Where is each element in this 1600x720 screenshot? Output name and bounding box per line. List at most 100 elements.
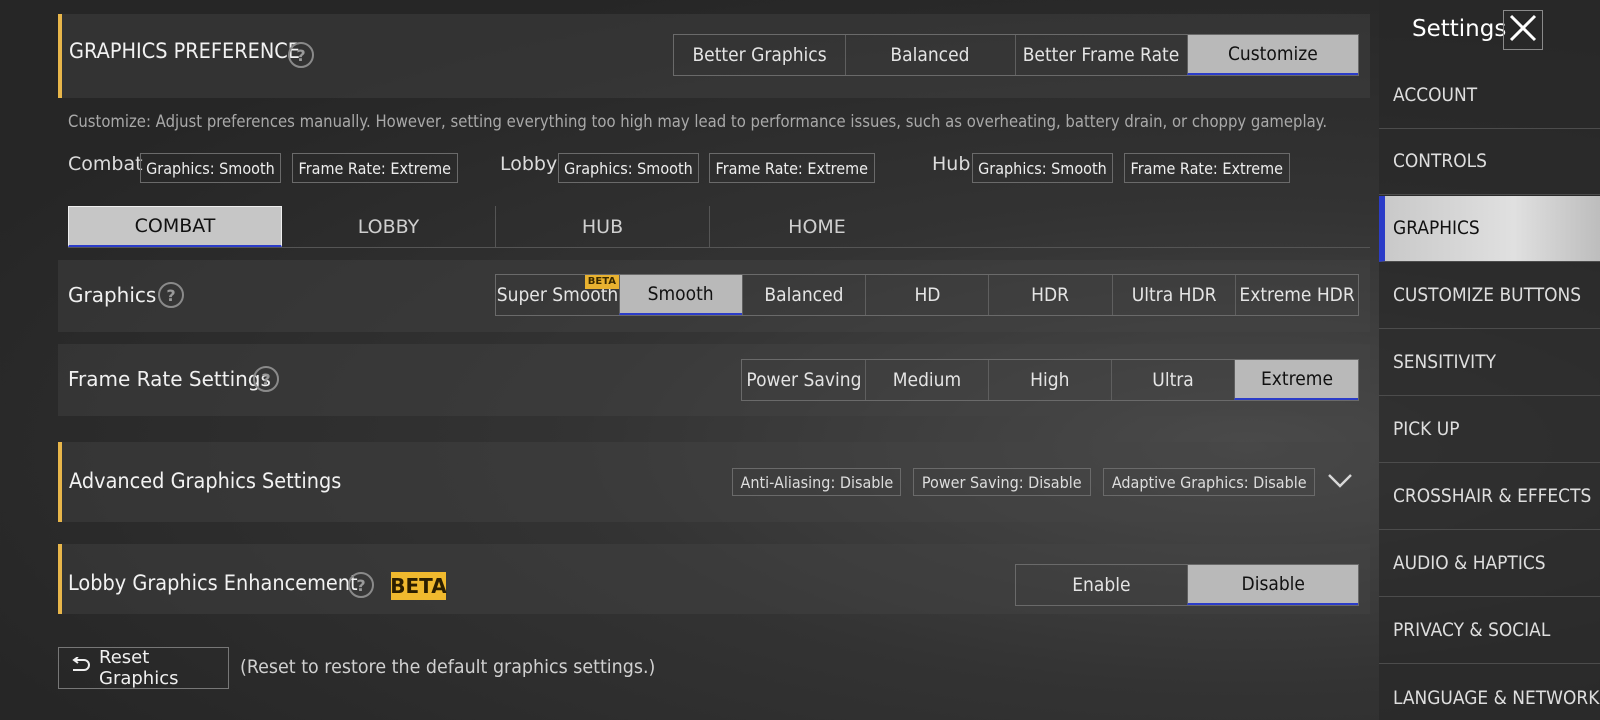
- sidebar-item-privacy-social[interactable]: PRIVACY & SOCIAL: [1379, 598, 1600, 664]
- graphics-preference-title: GRAPHICS PREFERENCE: [69, 39, 300, 63]
- sidebar-item-account[interactable]: ACCOUNT: [1379, 63, 1600, 129]
- frame-rate-power-saving[interactable]: Power Saving: [742, 360, 865, 400]
- option-label: Smooth: [648, 283, 714, 305]
- graphics-quality-selector: Super Smooth BETA Smooth Balanced HD HDR …: [495, 274, 1359, 316]
- beta-tag: BETA: [584, 275, 619, 289]
- scene-tabs: COMBAT LOBBY HUB HOME: [68, 206, 1370, 248]
- adaptive-graphics-chip: Adaptive Graphics: Disable: [1103, 468, 1315, 496]
- chip-text: Graphics: Smooth: [978, 158, 1107, 178]
- tab-hub[interactable]: HUB: [496, 206, 710, 247]
- sidebar-item-label: CUSTOMIZE BUTTONS: [1393, 285, 1582, 306]
- summary-scene-label: Lobby: [500, 153, 558, 175]
- summary-scene-label: Hub: [932, 153, 971, 175]
- option-label: HD: [913, 284, 941, 306]
- help-icon[interactable]: ?: [253, 366, 279, 392]
- reset-note: (Reset to restore the default graphics s…: [240, 656, 656, 678]
- preference-better-graphics[interactable]: Better Graphics: [674, 35, 845, 75]
- preference-better-frame-rate[interactable]: Better Frame Rate: [1015, 35, 1187, 75]
- preference-description: Customize: Adjust preferences manually. …: [68, 112, 1328, 131]
- tab-combat[interactable]: COMBAT: [68, 206, 282, 247]
- summary-graphics-chip: Graphics: Smooth: [140, 153, 281, 183]
- option-label: Disable: [1241, 573, 1305, 595]
- reset-icon: [69, 655, 91, 680]
- sidebar-item-label: CONTROLS: [1393, 151, 1487, 172]
- help-icon[interactable]: ?: [158, 282, 184, 308]
- sidebar-item-label: PICK UP: [1393, 419, 1460, 440]
- lobby-enhancement-title: Lobby Graphics Enhancement: [68, 571, 358, 595]
- graphics-hd[interactable]: HD: [865, 275, 988, 315]
- sidebar-item-label: PRIVACY & SOCIAL: [1393, 620, 1551, 641]
- sidebar-item-label: GRAPHICS: [1393, 218, 1480, 239]
- advanced-graphics-title: Advanced Graphics Settings: [69, 469, 342, 493]
- lobby-enhancement-selector: Enable Disable: [1015, 564, 1359, 606]
- help-icon[interactable]: ?: [288, 42, 314, 68]
- power-saving-chip: Power Saving: Disable: [913, 468, 1091, 496]
- option-label: Better Frame Rate: [1022, 44, 1180, 66]
- graphics-label: Graphics: [68, 283, 157, 307]
- chip-text: Graphics: Smooth: [146, 158, 275, 178]
- chip-text: Graphics: Smooth: [564, 158, 693, 178]
- summary-frame-rate-chip: Frame Rate: Extreme: [709, 153, 875, 183]
- option-label: Power Saving: [745, 369, 862, 391]
- option-label: HDR: [1031, 284, 1070, 306]
- option-label: High: [1030, 369, 1070, 391]
- sidebar-item-label: ACCOUNT: [1393, 85, 1478, 106]
- sidebar-item-sensitivity[interactable]: SENSITIVITY: [1379, 330, 1600, 396]
- frame-rate-label: Frame Rate Settings: [68, 367, 271, 391]
- tab-home[interactable]: HOME: [710, 206, 924, 247]
- option-label: Balanced: [764, 284, 844, 306]
- lobby-enhancement-enable[interactable]: Enable: [1016, 565, 1187, 605]
- sidebar-item-language-network[interactable]: LANGUAGE & NETWORK: [1379, 665, 1600, 720]
- settings-title: Settings: [1412, 16, 1507, 42]
- graphics-extreme-hdr[interactable]: Extreme HDR: [1235, 275, 1358, 315]
- sidebar-item-customize-buttons[interactable]: CUSTOMIZE BUTTONS: [1379, 263, 1600, 329]
- graphics-preference-selector: Better Graphics Balanced Better Frame Ra…: [673, 34, 1359, 76]
- anti-aliasing-chip: Anti-Aliasing: Disable: [732, 468, 901, 496]
- summary-scene-label: Combat: [68, 153, 143, 175]
- option-label: Customize: [1227, 43, 1318, 65]
- option-label: Extreme: [1260, 368, 1333, 390]
- summary-frame-rate-chip: Frame Rate: Extreme: [292, 153, 458, 183]
- frame-rate-extreme[interactable]: Extreme: [1234, 360, 1358, 400]
- frame-rate-medium[interactable]: Medium: [865, 360, 988, 400]
- sidebar-item-crosshair-effects[interactable]: CROSSHAIR & EFFECTS: [1379, 464, 1600, 530]
- option-label: Medium: [892, 369, 962, 391]
- graphics-super-smooth[interactable]: Super Smooth BETA: [496, 275, 619, 315]
- chip-text: Frame Rate: Extreme: [1130, 158, 1284, 178]
- sidebar-item-audio-haptics[interactable]: AUDIO & HAPTICS: [1379, 531, 1600, 597]
- preference-balanced[interactable]: Balanced: [844, 35, 1016, 75]
- frame-rate-high[interactable]: High: [988, 360, 1111, 400]
- graphics-hdr[interactable]: HDR: [988, 275, 1112, 315]
- graphics-smooth[interactable]: Smooth: [619, 275, 742, 315]
- graphics-balanced[interactable]: Balanced: [742, 275, 865, 315]
- close-icon: [1507, 12, 1539, 48]
- summary-graphics-chip: Graphics: Smooth: [972, 153, 1113, 183]
- chip-text: Frame Rate: Extreme: [298, 158, 452, 178]
- frame-rate-selector: Power Saving Medium High Ultra Extreme: [741, 359, 1359, 401]
- option-label: Ultra: [1152, 369, 1194, 391]
- tab-lobby[interactable]: LOBBY: [282, 206, 496, 247]
- close-button[interactable]: [1503, 10, 1543, 50]
- sidebar-item-label: CROSSHAIR & EFFECTS: [1393, 486, 1592, 507]
- beta-badge: BETA: [390, 572, 447, 600]
- sidebar-item-pick-up[interactable]: PICK UP: [1379, 397, 1600, 463]
- reset-graphics-label: Reset Graphics: [99, 647, 179, 689]
- reset-graphics-button[interactable]: Reset Graphics: [58, 647, 229, 689]
- option-label: Balanced: [890, 44, 970, 66]
- lobby-enhancement-disable[interactable]: Disable: [1186, 565, 1358, 605]
- sidebar-item-label: AUDIO & HAPTICS: [1393, 553, 1546, 574]
- chip-text: Frame Rate: Extreme: [715, 158, 869, 178]
- chevron-down-icon[interactable]: [1327, 472, 1353, 494]
- chip-text: Adaptive Graphics: Disable: [1111, 472, 1307, 492]
- option-label: Extreme HDR: [1239, 284, 1355, 306]
- summary-frame-rate-chip: Frame Rate: Extreme: [1124, 153, 1290, 183]
- preference-customize[interactable]: Customize: [1186, 35, 1358, 75]
- sidebar-item-graphics[interactable]: GRAPHICS: [1379, 196, 1600, 262]
- chip-text: Anti-Aliasing: Disable: [740, 472, 893, 492]
- graphics-ultra-hdr[interactable]: Ultra HDR: [1112, 275, 1235, 315]
- frame-rate-ultra[interactable]: Ultra: [1111, 360, 1234, 400]
- sidebar-item-controls[interactable]: CONTROLS: [1379, 129, 1600, 195]
- option-label: Enable: [1072, 574, 1131, 596]
- help-icon[interactable]: ?: [348, 572, 374, 598]
- sidebar-item-label: SENSITIVITY: [1393, 352, 1496, 373]
